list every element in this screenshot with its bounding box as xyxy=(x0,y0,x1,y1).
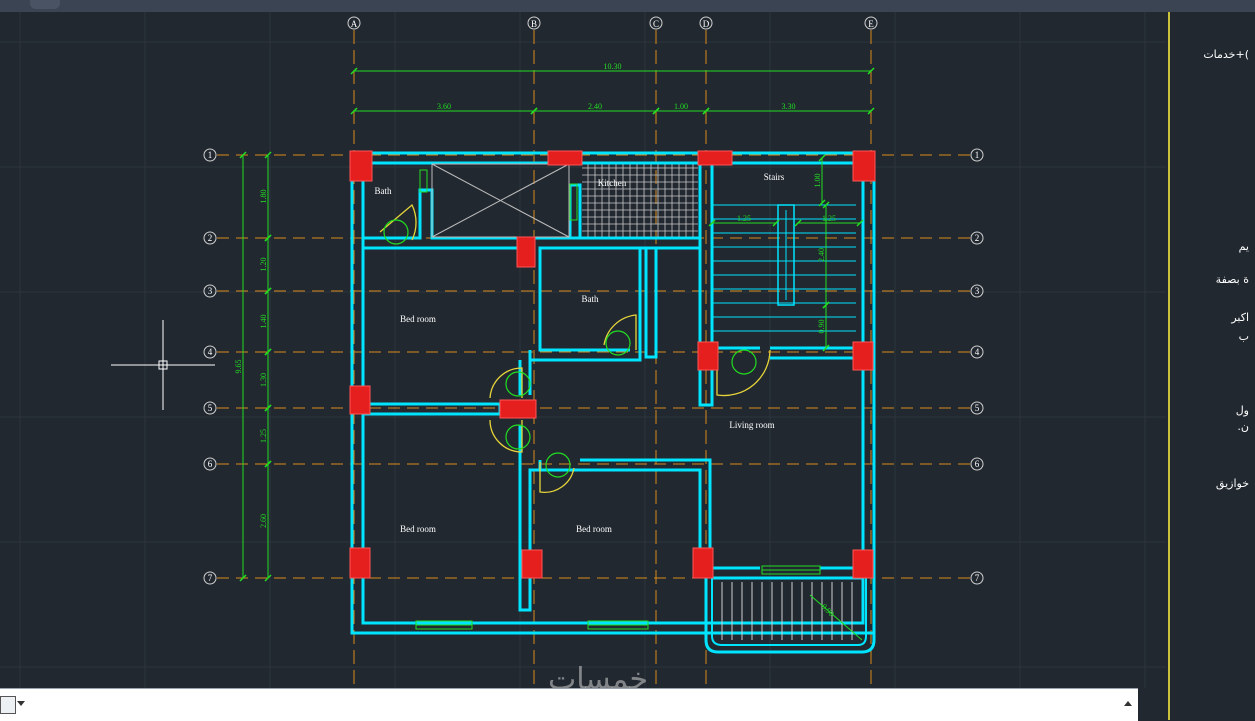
door-swing xyxy=(716,349,771,397)
dim-left: 1.80 xyxy=(259,190,268,204)
room-label-bath2: Bath xyxy=(582,294,599,304)
dim-stair-lower: 0.90 xyxy=(817,320,826,334)
side-text-1: )+خدمات xyxy=(1203,48,1249,61)
fixture xyxy=(545,452,571,478)
side-text-6: ول xyxy=(1235,404,1249,417)
column xyxy=(349,547,371,579)
room-label-stairs: Stairs xyxy=(764,172,785,182)
column xyxy=(852,150,876,182)
command-input[interactable] xyxy=(30,694,1114,716)
column xyxy=(521,549,543,579)
drawing-canvas[interactable]: A B C D E 1 1 2 2 3 3 4 4 5 5 6 6 7 7 10.30 3.60 2.40 1.00 3.3… xyxy=(0,12,1166,688)
door-swing xyxy=(603,314,637,350)
chevron-up-icon[interactable] xyxy=(1124,701,1132,706)
axis-label-2: 2 xyxy=(975,233,980,243)
wall xyxy=(363,183,582,240)
fixture xyxy=(731,349,757,375)
dim-stair-left: 1.25 xyxy=(737,214,751,223)
side-text-7: ن. xyxy=(1237,420,1249,433)
axis-label-C: C xyxy=(653,19,659,29)
column xyxy=(697,150,733,166)
command-icon[interactable] xyxy=(0,696,16,714)
dim-stair-top: 1.00 xyxy=(813,174,822,188)
axis-label-B: B xyxy=(531,19,537,29)
column xyxy=(349,150,373,182)
axis-label-4: 4 xyxy=(208,347,213,357)
drawing-tab[interactable] xyxy=(30,0,60,9)
axis-label-5: 5 xyxy=(975,403,980,413)
dim-left: 2.60 xyxy=(259,514,268,528)
floor-features xyxy=(379,163,863,641)
kitchen-tiles xyxy=(582,164,698,237)
side-text-4: اكبر xyxy=(1231,311,1249,324)
column xyxy=(516,236,536,268)
fixture xyxy=(383,219,409,245)
wall xyxy=(518,425,580,612)
room-label-bedroom3: Bed room xyxy=(576,524,612,534)
column xyxy=(547,150,583,166)
axis-label-D: D xyxy=(703,19,710,29)
column xyxy=(852,549,874,579)
axis-label-5: 5 xyxy=(208,403,213,413)
dimension-lines: 10.30 3.60 2.40 1.00 3.30 9.65 1.80 1.20 1.40 1.3… xyxy=(234,62,875,618)
axis-label-6: 6 xyxy=(208,459,213,469)
room-label-bedroom2: Bed room xyxy=(400,524,436,534)
dim-total-height: 9.65 xyxy=(234,360,243,374)
axis-label-7: 7 xyxy=(975,573,980,583)
dim-top: 1.00 xyxy=(674,102,688,111)
wall xyxy=(363,402,502,416)
fixture xyxy=(505,424,531,450)
side-text-5: ب xyxy=(1238,330,1249,343)
dim-left: 1.30 xyxy=(259,373,268,387)
axis-label-1: 1 xyxy=(975,150,980,160)
wall xyxy=(528,248,642,362)
column xyxy=(852,341,874,371)
column xyxy=(349,385,371,415)
room-label-bath1: Bath xyxy=(375,186,392,196)
axis-label-3: 3 xyxy=(975,286,980,296)
room-label-living: Living room xyxy=(729,420,774,430)
dim-stair-vertical: 2.40 xyxy=(817,248,826,262)
axis-label-2: 2 xyxy=(208,233,213,243)
axis-label-1: 1 xyxy=(208,150,213,160)
axis-label-7: 7 xyxy=(208,573,213,583)
command-line xyxy=(0,688,1138,721)
chevron-down-icon[interactable] xyxy=(17,701,25,706)
dim-left: 1.25 xyxy=(259,429,268,443)
dim-total-width: 10.30 xyxy=(604,62,622,71)
dim-top: 3.60 xyxy=(437,102,451,111)
side-text-3: ة بصفة xyxy=(1215,273,1249,286)
dim-left: 1.20 xyxy=(259,258,268,272)
side-text-8: خوازيق xyxy=(1215,477,1249,490)
axis-label-E: E xyxy=(868,19,874,29)
dim-stair-right: 1.25 xyxy=(822,214,836,223)
dim-top: 3.30 xyxy=(782,102,796,111)
wall xyxy=(770,346,858,360)
axis-label-4: 4 xyxy=(975,347,980,357)
balcony-wall xyxy=(704,578,876,654)
door-swing xyxy=(379,203,417,241)
axis-label-A: A xyxy=(351,19,358,29)
properties-side-panel: )+خدمات يم ة بصفة اكبر ب ول ن. خوازيق xyxy=(1168,12,1255,720)
column xyxy=(697,341,719,371)
axis-label-3: 3 xyxy=(208,286,213,296)
room-label-kitchen: Kitchen xyxy=(598,178,627,188)
side-text-2: يم xyxy=(1238,240,1249,253)
room-label-bedroom1: Bed room xyxy=(400,314,436,324)
column xyxy=(499,399,537,419)
axis-label-6: 6 xyxy=(975,459,980,469)
top-toolbar xyxy=(0,0,1255,12)
dim-top: 2.40 xyxy=(588,102,602,111)
wall xyxy=(538,236,702,352)
wall xyxy=(644,248,658,359)
balcony-wall xyxy=(711,578,867,646)
crosshair-cursor xyxy=(111,320,215,410)
dim-left: 1.40 xyxy=(259,315,268,329)
column xyxy=(692,547,714,579)
fixture xyxy=(505,371,531,397)
